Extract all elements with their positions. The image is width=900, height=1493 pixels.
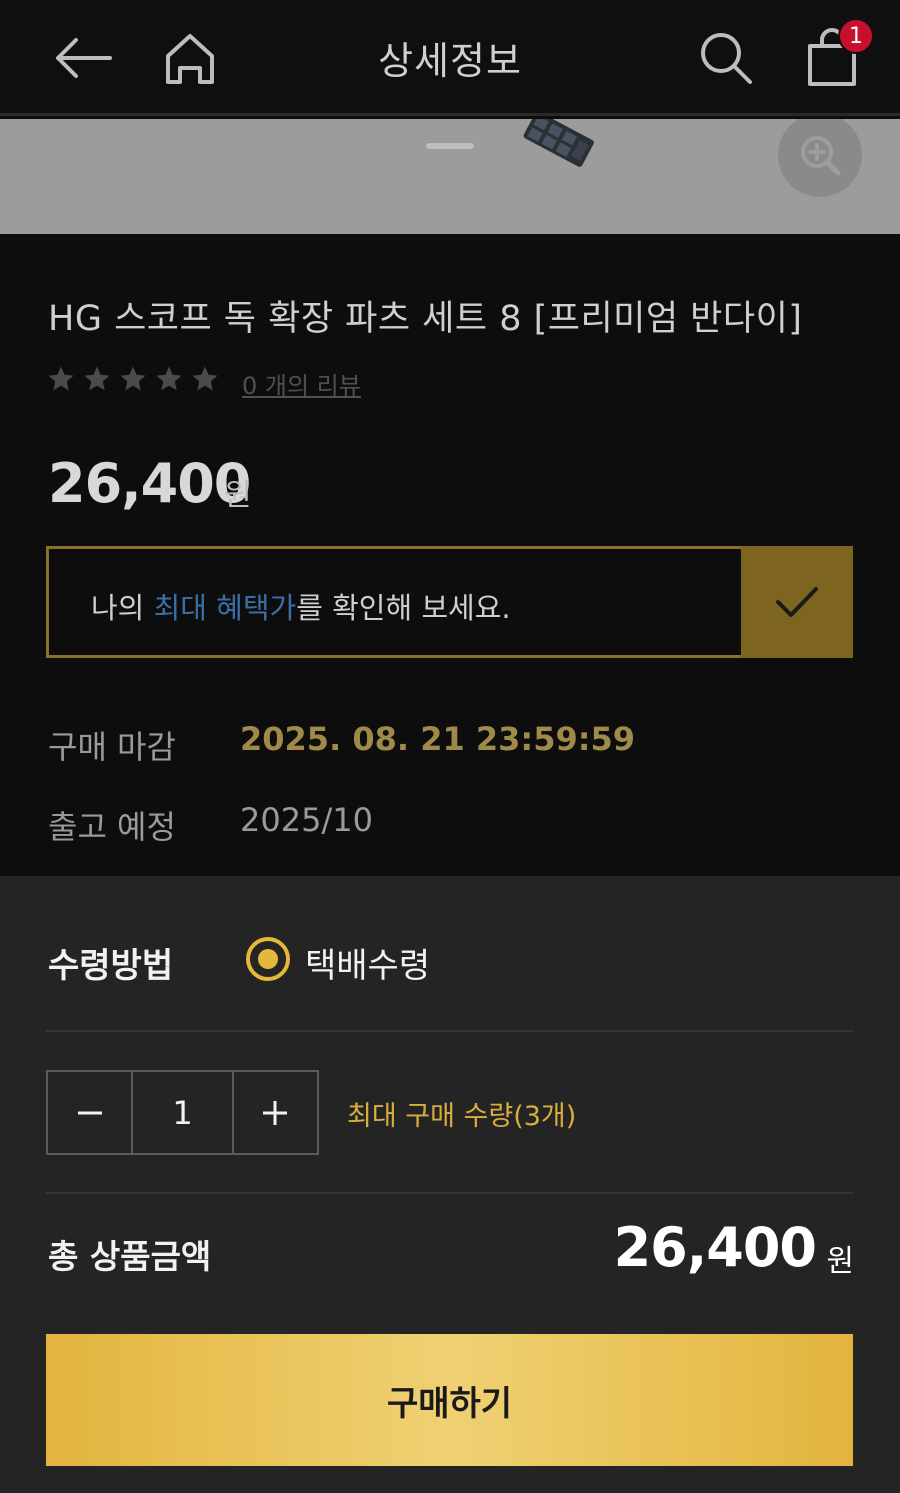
search-button[interactable]	[690, 22, 762, 94]
order-panel: 수령방법 택배수령 1 최대 구매 수량(3개) 총 상품금액 26,400 원…	[0, 876, 900, 1493]
benefit-message: 나의 최대 혜택가를 확인해 보세요.	[91, 585, 511, 627]
max-quantity-note: 최대 구매 수량(3개)	[347, 1101, 577, 1132]
product-title: HG 스코프 독 확장 파츠 세트 8 [프리미엄 반다이]	[48, 299, 803, 339]
product-image	[523, 119, 594, 167]
increase-quantity-button[interactable]	[234, 1072, 317, 1153]
max-benefit-banner[interactable]: 나의 최대 혜택가를 확인해 보세요.	[46, 546, 853, 658]
product-image-gallery[interactable]	[0, 119, 900, 234]
delivery-radio[interactable]	[246, 937, 290, 981]
zoom-button[interactable]	[778, 119, 862, 197]
rating-stars	[46, 364, 220, 394]
product-price: 26,400	[48, 452, 251, 515]
search-icon	[701, 33, 752, 84]
release-label: 출고 예정	[48, 808, 176, 846]
benefit-suffix: 를 확인해 보세요.	[296, 591, 511, 625]
total-currency: 원	[826, 1244, 854, 1279]
divider	[46, 1030, 853, 1032]
benefit-check-button[interactable]	[741, 546, 853, 658]
benefit-prefix: 나의	[91, 591, 154, 625]
quantity-stepper: 1	[46, 1070, 319, 1155]
cart-button[interactable]: 1	[796, 18, 874, 94]
reviews-link[interactable]: 0 개의 리뷰	[242, 366, 361, 401]
benefit-highlight: 최대 혜택가	[153, 591, 297, 625]
decrease-quantity-button[interactable]	[48, 1072, 131, 1153]
zoom-in-icon	[801, 136, 841, 176]
total-amount-label: 총 상품금액	[48, 1237, 212, 1276]
product-info: HG 스코프 독 확장 파츠 세트 8 [프리미엄 반다이] 0 개의 리뷰 2…	[0, 234, 900, 876]
star-icon	[192, 366, 218, 391]
price-currency: 원	[224, 478, 252, 513]
star-icon	[120, 366, 146, 391]
checkmark-icon	[776, 587, 818, 617]
total-amount-value: 26,400	[613, 1216, 817, 1279]
star-icon	[48, 366, 74, 391]
star-icon	[156, 366, 182, 391]
deadline-label: 구매 마감	[48, 728, 176, 766]
radio-selected-dot	[258, 949, 278, 969]
quantity-value[interactable]: 1	[131, 1072, 234, 1153]
divider	[46, 1192, 853, 1194]
buy-button[interactable]: 구매하기	[46, 1334, 853, 1466]
star-icon	[84, 366, 110, 391]
gallery-indicator	[426, 143, 474, 149]
page-title: 상세정보	[378, 39, 522, 83]
cart-count-badge: 1	[838, 18, 874, 54]
delivery-option-label[interactable]: 택배수령	[305, 938, 430, 987]
release-value: 2025/10	[240, 801, 373, 839]
receive-method-label: 수령방법	[48, 946, 174, 986]
plus-icon	[263, 1100, 288, 1125]
deadline-value: 2025. 08. 21 23:59:59	[240, 720, 636, 758]
app-header: 상세정보 1	[0, 0, 900, 116]
minus-icon	[77, 1111, 102, 1114]
